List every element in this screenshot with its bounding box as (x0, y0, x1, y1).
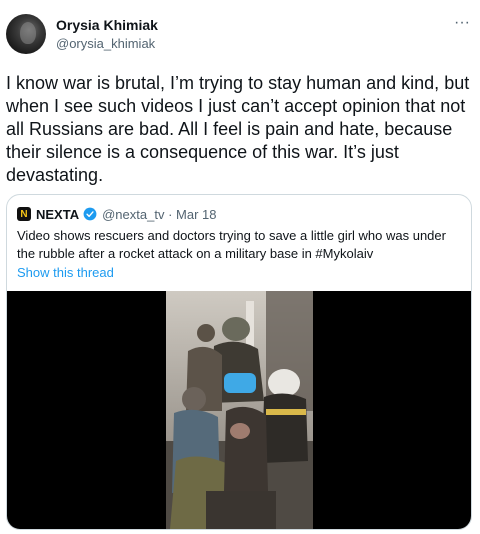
nexta-logo-icon: N (17, 207, 31, 221)
author-handle[interactable]: @orysia_khimiak (56, 36, 155, 51)
more-options-icon[interactable]: ··· (454, 14, 470, 32)
quoted-tweet[interactable]: N NEXTA @nexta_tv · Mar 18 Video shows r… (6, 194, 472, 530)
video-thumbnail-scene (166, 291, 313, 529)
quoted-date[interactable]: Mar 18 (176, 207, 216, 222)
quoted-tweet-text: Video shows rescuers and doctors trying … (17, 228, 446, 261)
show-thread-link[interactable]: Show this thread (17, 265, 114, 280)
quoted-tweet-header: N NEXTA @nexta_tv · Mar 18 (17, 205, 216, 223)
verified-badge-icon (83, 207, 97, 221)
tweet-text: I know war is brutal, I’m trying to stay… (6, 73, 470, 185)
video-player[interactable] (7, 291, 471, 529)
avatar[interactable] (6, 14, 46, 54)
dot-separator: · (164, 206, 177, 222)
quoted-author-name[interactable]: NEXTA (36, 207, 79, 222)
author-name[interactable]: Orysia Khimiak (56, 17, 158, 33)
video-frame[interactable] (166, 291, 313, 529)
quoted-author-handle[interactable]: @nexta_tv (102, 207, 164, 222)
